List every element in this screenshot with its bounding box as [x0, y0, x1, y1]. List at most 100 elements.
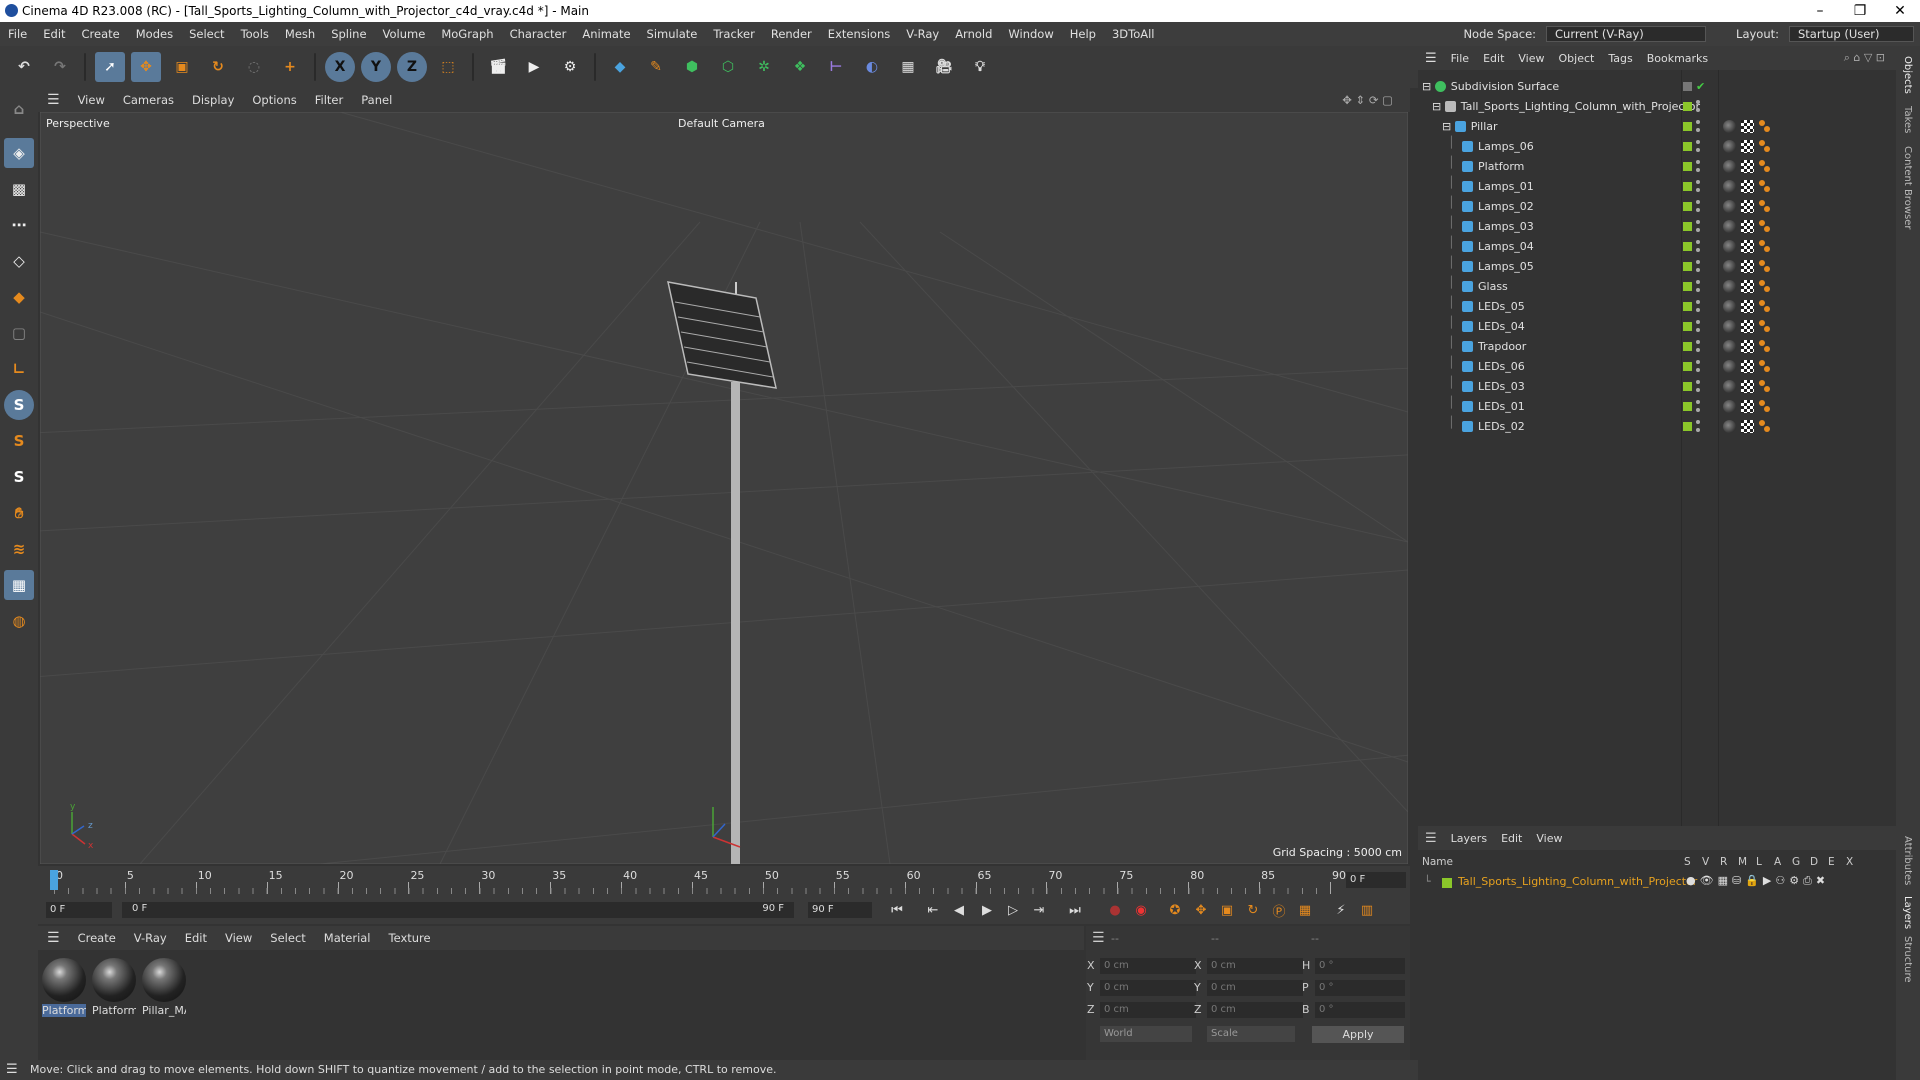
locked-workplane-icon[interactable]: ◍ [4, 606, 34, 636]
texture-mode-icon[interactable]: ▩ [4, 174, 34, 204]
undo-icon[interactable]: ↶ [9, 52, 39, 82]
layers-hamburger-icon[interactable]: ☰ [1418, 831, 1444, 846]
coordinate-system-select[interactable]: World [1100, 1026, 1192, 1042]
tab-attributes[interactable]: Attributes [1902, 836, 1913, 885]
menu-vray[interactable]: V-Ray [898, 27, 947, 41]
object-row[interactable]: │ LEDs_06 [1418, 356, 1896, 376]
object-flags[interactable] [1683, 280, 1701, 292]
camera-icon[interactable]: 🎥︎ [929, 52, 959, 82]
live-selection-icon[interactable]: ➚ [95, 52, 125, 82]
cube-icon[interactable]: ◆ [605, 52, 635, 82]
viewport-nav-icons[interactable]: ✥ ⇕ ⟳ ▢ [1333, 93, 1402, 107]
material-menu-create[interactable]: Create [69, 931, 125, 945]
key-pla-icon[interactable]: ▦ [1296, 901, 1314, 919]
transform-icon[interactable]: + [275, 52, 305, 82]
viewport-camera-label[interactable]: Default Camera [678, 117, 765, 130]
timeline-ruler[interactable]: 0 5 10 15 20 25 30 35 40 45 50 55 60 65 70 75 80 85 90 0 F [38, 866, 1410, 896]
timeline-window-icon[interactable]: ▥ [1358, 901, 1376, 919]
object-flags[interactable] [1683, 200, 1701, 212]
viewport-menu-display[interactable]: Display [183, 93, 243, 107]
objects-menu-view[interactable]: View [1511, 52, 1551, 65]
object-row-pillar[interactable]: ⊟ Pillar [1418, 116, 1896, 136]
snap-quantize-icon[interactable]: S [4, 462, 34, 492]
object-tags[interactable] [1723, 179, 1771, 193]
move-tool-icon[interactable]: ✥ [131, 52, 161, 82]
object-flags[interactable] [1683, 240, 1701, 252]
material-menu-material[interactable]: Material [315, 931, 380, 945]
menu-animate[interactable]: Animate [574, 27, 638, 41]
viewport-menu-panel[interactable]: Panel [352, 93, 401, 107]
object-tags[interactable] [1723, 279, 1771, 293]
object-row[interactable]: │ Platform [1418, 156, 1896, 176]
tab-takes[interactable]: Takes [1902, 106, 1913, 133]
menu-extensions[interactable]: Extensions [820, 27, 898, 41]
3d-viewport[interactable]: y z x Perspective Default Camera Grid Sp… [40, 112, 1408, 864]
object-flags[interactable] [1683, 180, 1701, 192]
object-flags[interactable] [1683, 380, 1701, 392]
axis-mode-icon[interactable]: ∟ [4, 354, 34, 384]
start-frame-field[interactable]: 0 F [46, 902, 112, 918]
object-row[interactable]: │ Lamps_06 [1418, 136, 1896, 156]
menu-character[interactable]: Character [502, 27, 575, 41]
object-tags[interactable] [1723, 399, 1771, 413]
object-row[interactable]: │ LEDs_01 [1418, 396, 1896, 416]
object-flags[interactable] [1683, 320, 1701, 332]
object-tags[interactable] [1723, 339, 1771, 353]
object-tags[interactable] [1723, 159, 1771, 173]
object-tags[interactable] [1723, 319, 1771, 333]
polygons-mode-icon[interactable]: ◆ [4, 282, 34, 312]
subdivision-surface-icon[interactable]: ⬢ [677, 52, 707, 82]
viewport-menu-cameras[interactable]: Cameras [114, 93, 183, 107]
key-scale-icon[interactable]: ▣ [1218, 901, 1236, 919]
snap-icon[interactable]: S [4, 390, 34, 420]
deformer-icon[interactable]: ⊢ [821, 52, 851, 82]
material-swatch[interactable]: Pillar_MA [142, 958, 186, 1017]
object-tags[interactable] [1723, 359, 1771, 373]
keyframe-selection-icon[interactable]: ✪ [1166, 901, 1184, 919]
coordinate-system-icon[interactable]: ⬚ [433, 52, 463, 82]
object-row[interactable]: │ LEDs_03 [1418, 376, 1896, 396]
snap-settings-icon[interactable]: S [4, 426, 34, 456]
layers-menu-layers[interactable]: Layers [1444, 832, 1494, 845]
mograph-icon[interactable]: ❖ [785, 52, 815, 82]
tab-content-browser[interactable]: Content Browser [1902, 146, 1913, 229]
current-frame-field[interactable]: 0 F [1346, 872, 1406, 888]
menu-spline[interactable]: Spline [323, 27, 374, 41]
object-tags[interactable] [1723, 299, 1771, 313]
object-row[interactable]: │ Lamps_05 [1418, 256, 1896, 276]
light-icon[interactable]: 💡︎ [965, 52, 995, 82]
pen-spline-icon[interactable]: ✎ [641, 52, 671, 82]
uv-mode-icon[interactable]: ▢ [4, 318, 34, 348]
menu-arnold[interactable]: Arnold [947, 27, 1000, 41]
objects-menu-tags[interactable]: Tags [1601, 52, 1639, 65]
object-flags[interactable] [1683, 360, 1701, 372]
recent-tool-icon[interactable]: ◌ [239, 52, 269, 82]
objects-menu-object[interactable]: Object [1552, 52, 1602, 65]
layer-row[interactable]: └ Tall_Sports_Lighting_Column_with_Proje… [1418, 872, 1896, 892]
material-menu-view[interactable]: View [216, 931, 261, 945]
render-picture-viewer-icon[interactable]: ▶ [519, 52, 549, 82]
object-tags[interactable] [1723, 199, 1771, 213]
object-flags[interactable] [1683, 340, 1701, 352]
size-mode-select[interactable]: Scale [1207, 1026, 1295, 1042]
redo-icon[interactable]: ↷ [45, 52, 75, 82]
object-tags[interactable] [1723, 239, 1771, 253]
material-swatch[interactable]: Platform [42, 958, 86, 1017]
object-row[interactable]: │ LEDs_02 [1418, 416, 1896, 436]
status-hamburger-icon[interactable]: ☰ [6, 1060, 18, 1080]
menu-tools[interactable]: Tools [233, 27, 277, 41]
viewport-hamburger-icon[interactable]: ☰ [38, 92, 69, 108]
edges-mode-icon[interactable]: ◇ [4, 246, 34, 276]
objects-hamburger-icon[interactable]: ☰ [1418, 51, 1444, 66]
object-tags[interactable] [1723, 379, 1771, 393]
tab-objects[interactable]: Objects [1902, 56, 1913, 94]
play-icon[interactable]: ▶ [978, 901, 996, 919]
minimize-icon[interactable]: – [1800, 0, 1840, 22]
rotate-tool-icon[interactable]: ↻ [203, 52, 233, 82]
objects-menu-file[interactable]: File [1444, 52, 1476, 65]
object-row[interactable]: │ Lamps_03 [1418, 216, 1896, 236]
pos-y-field[interactable]: 0 cm [1100, 980, 1196, 996]
object-row-subdivision-surface[interactable]: ⊟ Subdivision Surface ✔ [1418, 76, 1896, 96]
floor-icon[interactable]: ▦ [893, 52, 923, 82]
objects-menu-edit[interactable]: Edit [1476, 52, 1511, 65]
